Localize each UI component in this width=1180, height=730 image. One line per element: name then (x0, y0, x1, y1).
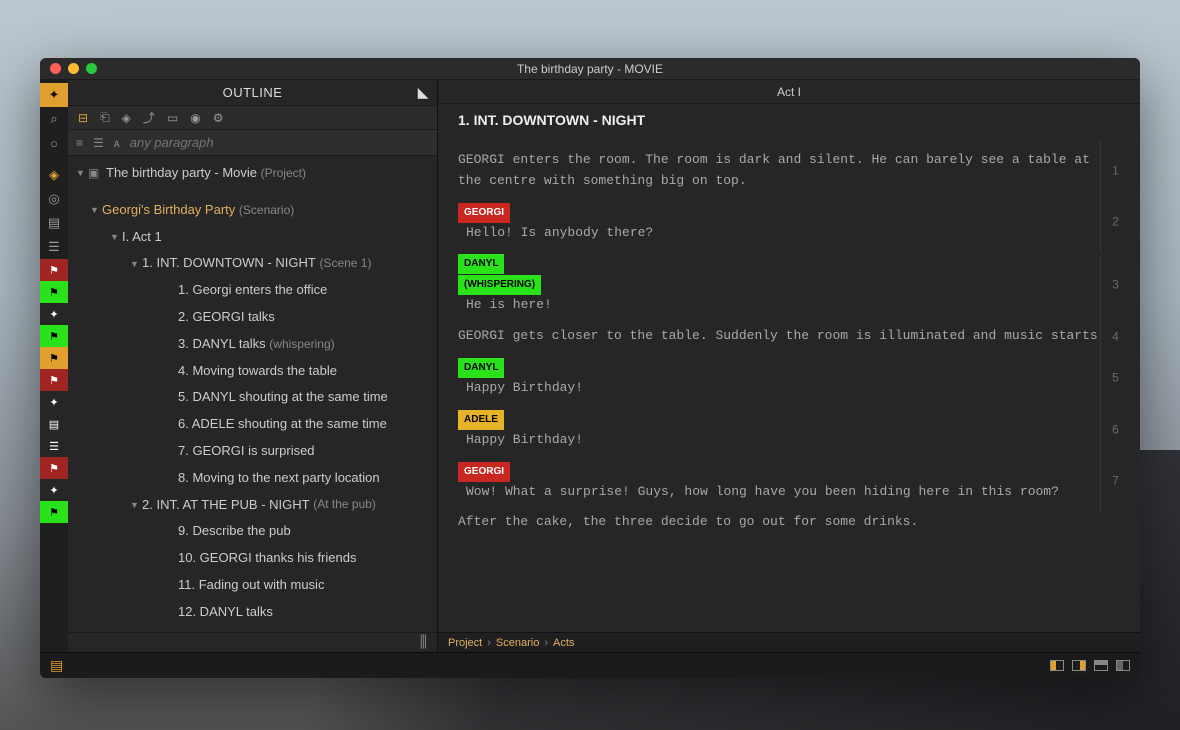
tree-act: ▼ I. Act 1 (68, 224, 437, 251)
outline-panel: OUTLINE ◣ ⊟ ⎗ ◈ ⤴ ▭ ◉ ⚙ ≡ ☰ ᴀ ▼ (68, 80, 438, 652)
tree-beat: 4. Moving towards the table (68, 358, 437, 385)
dialogue-block: ADELE Happy Birthday! 6 (458, 409, 1120, 451)
parenthetical: (WHISPERING) (458, 275, 541, 295)
line-number: 5 (1100, 348, 1130, 407)
book-icon[interactable]: ⎗ (100, 110, 110, 125)
search-icon[interactable]: ⌕ (40, 107, 68, 131)
line-number: 2 (1100, 193, 1130, 252)
tree-scene1: ▼ 1. INT. DOWNTOWN - NIGHT (Scene 1) (68, 250, 437, 277)
tree-beat: 5. DANYL shouting at the same time (68, 384, 437, 411)
bookmark-icon[interactable]: ◣ (418, 84, 429, 101)
breadcrumb[interactable]: Project › Scenario › Acts (438, 632, 1140, 652)
action-badge3[interactable]: ✦ (40, 479, 68, 501)
character-cue: DANYL (458, 254, 504, 274)
act-header: Act I (438, 80, 1140, 104)
dialogue-block: GEORGI Hello! Is anybody there? 2 (458, 202, 1120, 244)
outline-footer: ⫼ (68, 632, 437, 652)
target-icon[interactable]: ◎ (40, 187, 68, 211)
action-line: After the cake, the three decide to go o… (458, 512, 1120, 533)
action-badge[interactable]: ✦ (40, 303, 68, 325)
character-badge-danyl[interactable]: ⚑ (40, 281, 68, 303)
tree-beat: 12. DANYL talks (68, 599, 437, 626)
dialogue-block: DANYL Happy Birthday! 5 (458, 357, 1120, 399)
panel-icon[interactable]: ▭ (167, 111, 178, 125)
titlebar[interactable]: The birthday party - MOVIE (40, 58, 1140, 80)
action-line: GEORGI enters the room. The room is dark… (458, 150, 1120, 192)
editor-panel: Act I 1. INT. DOWNTOWN - NIGHT GEORGI en… (438, 80, 1140, 652)
tree-beat: 11. Fading out with music (68, 572, 437, 599)
status-bar: ▤ (40, 652, 1140, 678)
camera-icon: ▣ (88, 164, 106, 183)
cube-icon[interactable]: ◈ (40, 163, 68, 187)
outline-tree[interactable]: ▼ ▣ The birthday party - Movie (Project)… (68, 156, 437, 632)
character-cue: GEORGI (458, 462, 510, 482)
character-badge-georgi[interactable]: ⚑ (40, 259, 68, 281)
outline-toolbar: ⊟ ⎗ ◈ ⤴ ▭ ◉ ⚙ (68, 106, 437, 130)
outline-header: OUTLINE ◣ (68, 80, 437, 106)
scene-badge[interactable]: ▤ (40, 413, 68, 435)
line-number: 6 (1100, 400, 1130, 459)
tree-project: ▼ ▣ The birthday party - Movie (Project) (68, 160, 437, 187)
list-mode-icon[interactable]: ≡ (76, 136, 83, 150)
search-input[interactable] (130, 135, 429, 150)
layout-top-icon[interactable] (1094, 660, 1108, 671)
line-number: 1 (1100, 141, 1130, 200)
eye-icon[interactable]: ◉ (190, 111, 200, 125)
tree-scene2: ▼ 2. INT. AT THE PUB - NIGHT (At the pub… (68, 492, 437, 519)
minimize-icon[interactable] (68, 63, 79, 74)
doc-badge[interactable]: ☰ (40, 435, 68, 457)
cube-icon[interactable]: ◈ (122, 111, 131, 125)
action-line: GEORGI gets closer to the table. Suddenl… (458, 326, 1120, 347)
tree-beat: 2. GEORGI talks (68, 304, 437, 331)
circle-icon[interactable]: ○ (40, 131, 68, 155)
outline-search-bar: ≡ ☰ ᴀ (68, 130, 437, 156)
tree-beat: 6. ADELE shouting at the same time (68, 411, 437, 438)
character-badge-danyl3[interactable]: ⚑ (40, 501, 68, 523)
document-icon[interactable]: ☰ (40, 235, 68, 259)
scene-heading: 1. INT. DOWNTOWN - NIGHT (438, 104, 1140, 134)
gear-icon[interactable]: ⚙ (213, 111, 224, 125)
clapper-icon[interactable]: ▤ (50, 657, 63, 674)
tree-beat: 10. GEORGI thanks his friends (68, 545, 437, 572)
character-badge-georgi2[interactable]: ⚑ (40, 369, 68, 391)
window-title: The birthday party - MOVIE (40, 62, 1140, 76)
zoom-icon[interactable] (86, 63, 97, 74)
character-cue: DANYL (458, 358, 504, 378)
script-editor[interactable]: GEORGI enters the room. The room is dark… (438, 134, 1140, 632)
layout-split-icon[interactable] (1116, 660, 1130, 671)
character-badge-danyl2[interactable]: ⚑ (40, 325, 68, 347)
share-icon[interactable]: ⤴ (143, 109, 155, 126)
app-window: The birthday party - MOVIE ✦ ⌕ ○ ◈ ◎ ▤ ☰… (40, 58, 1140, 678)
tree-beat: 3. DANYL talks (whispering) (68, 331, 437, 358)
breadcrumb-item: Acts (553, 637, 574, 649)
activity-bar: ✦ ⌕ ○ ◈ ◎ ▤ ☰ ⚑ ⚑ ✦ ⚑ ⚑ ⚑ ✦ ▤ ☰ ⚑ ✦ ⚑ (40, 80, 68, 652)
close-icon[interactable] (50, 63, 61, 74)
clapper-icon[interactable]: ▤ (40, 211, 68, 235)
character-cue: ADELE (458, 410, 504, 430)
action-badge2[interactable]: ✦ (40, 391, 68, 413)
layout-right-icon[interactable] (1072, 660, 1086, 671)
breadcrumb-item: Project (448, 637, 482, 649)
tree-beat: 7. GEORGI is surprised (68, 438, 437, 465)
lines-icon[interactable]: ☰ (93, 136, 104, 150)
settings-icon[interactable]: ⫼ (420, 634, 427, 652)
breadcrumb-item: Scenario (496, 637, 539, 649)
tree-icon[interactable]: ⊟ (78, 111, 88, 125)
dialogue-block: DANYL (WHISPERING) He is here! 3 (458, 253, 1120, 316)
running-man-icon[interactable]: ✦ (40, 83, 68, 107)
tree-beat: 1. Georgi enters the office (68, 277, 437, 304)
line-number: 3 (1100, 255, 1130, 314)
character-badge-adele[interactable]: ⚑ (40, 347, 68, 369)
character-cue: GEORGI (458, 203, 510, 223)
dialogue-block: GEORGI Wow! What a surprise! Guys, how l… (458, 461, 1120, 503)
tree-beat: 9. Describe the pub (68, 518, 437, 545)
line-number: 7 (1100, 452, 1130, 511)
layout-left-icon[interactable] (1050, 660, 1064, 671)
character-badge-georgi3[interactable]: ⚑ (40, 457, 68, 479)
tree-beat: 8. Moving to the next party location (68, 465, 437, 492)
layout-switcher (1050, 660, 1130, 671)
font-icon[interactable]: ᴀ (114, 136, 120, 150)
tree-scenario: ▼ Georgi's Birthday Party (Scenario) (68, 197, 437, 224)
